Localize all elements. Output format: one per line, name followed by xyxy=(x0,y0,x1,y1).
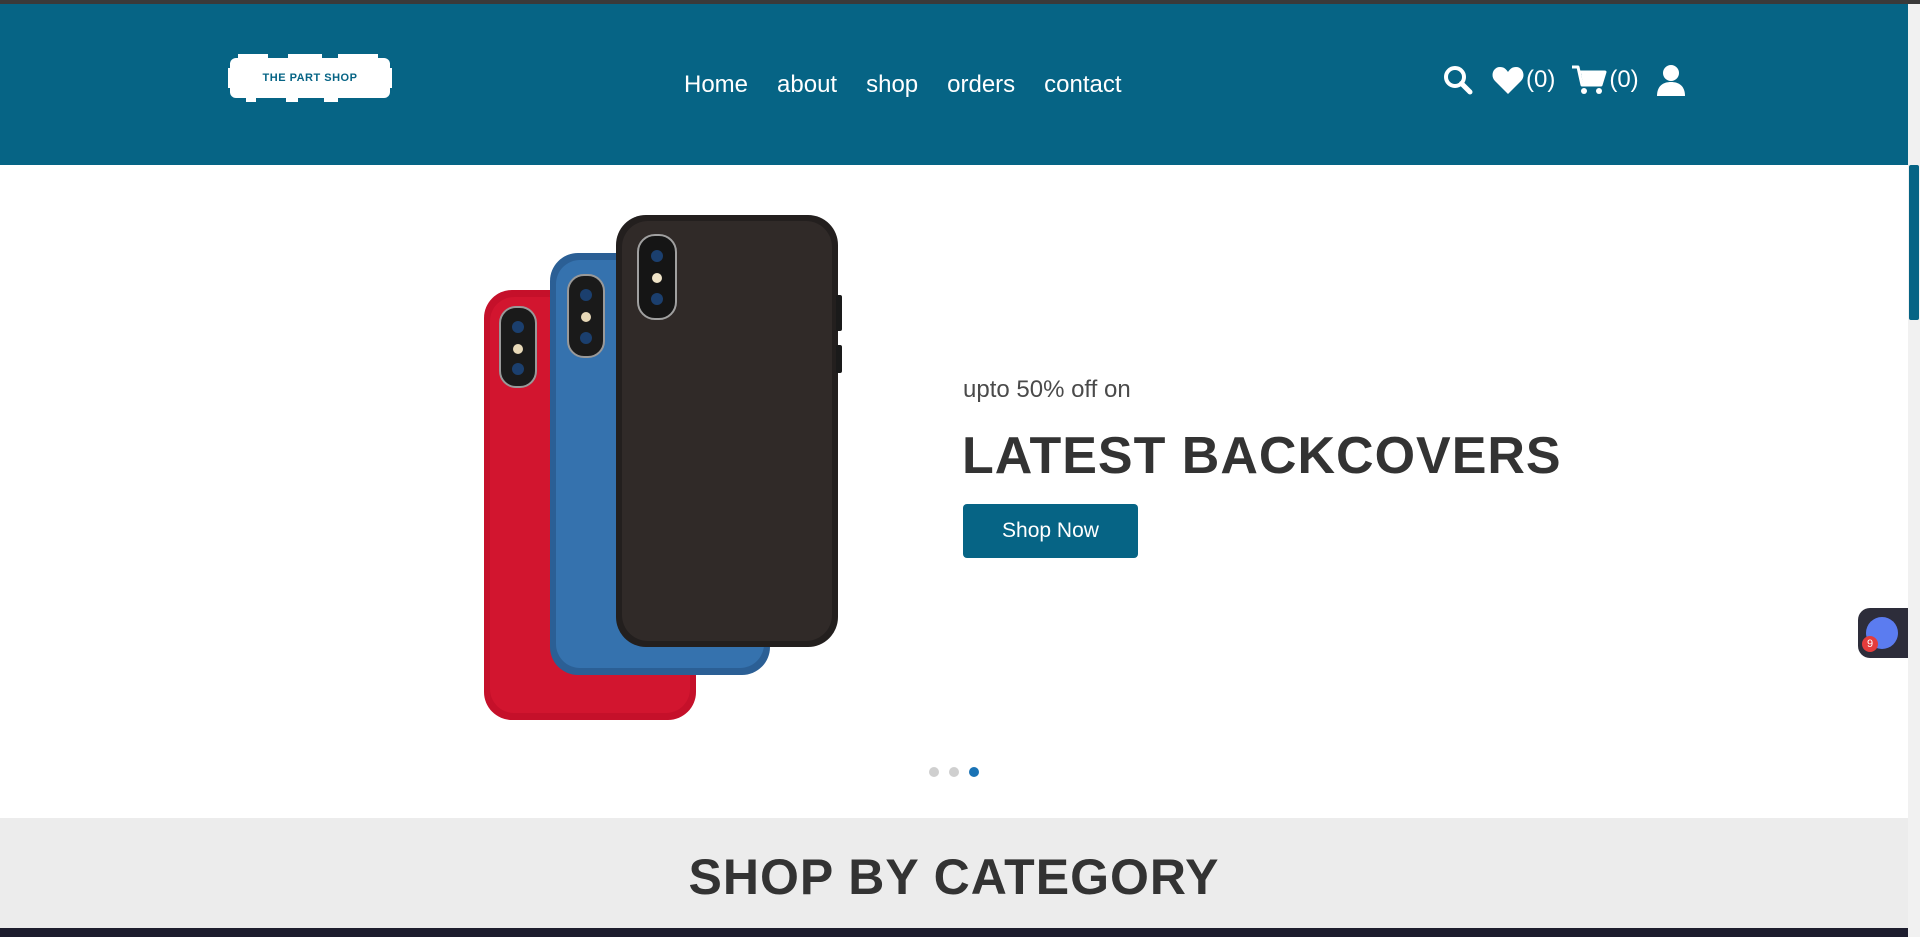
heart-icon xyxy=(1492,67,1524,94)
hero-slider xyxy=(0,165,1908,817)
search-button[interactable] xyxy=(1442,64,1474,96)
user-icon xyxy=(1656,65,1685,96)
logo-text: THE PART SHOP xyxy=(262,72,358,84)
slider-dot-3[interactable] xyxy=(969,767,979,777)
cart-count: (0) xyxy=(1609,66,1639,93)
shop-now-button[interactable]: Shop Now xyxy=(963,504,1138,558)
cart-icon xyxy=(1572,65,1607,94)
slider-dot-1[interactable] xyxy=(929,767,939,777)
nav-shop[interactable]: shop xyxy=(866,68,918,102)
header-icons: (0) (0) xyxy=(1442,64,1685,96)
hero-headline: LATEST BACKCOVERS xyxy=(962,427,1562,485)
search-icon xyxy=(1444,66,1473,95)
hero-subtext: upto 50% off on xyxy=(963,376,1131,403)
cart-button[interactable]: (0) xyxy=(1571,64,1639,96)
wishlist-count: (0) xyxy=(1526,66,1556,93)
nav-orders[interactable]: orders xyxy=(947,68,1015,102)
bottom-strip xyxy=(0,928,1920,937)
phone-backcovers-image xyxy=(484,215,842,720)
category-title: SHOP BY CATEGORY xyxy=(688,849,1220,905)
nav-home[interactable]: Home xyxy=(684,68,748,102)
nav-contact[interactable]: contact xyxy=(1044,68,1121,102)
scrollbar-track[interactable] xyxy=(1908,4,1920,937)
account-button[interactable] xyxy=(1656,64,1685,96)
scrollbar-thumb[interactable] xyxy=(1909,165,1919,320)
chat-badge: 9 xyxy=(1862,636,1878,652)
slider-dots xyxy=(929,767,979,777)
slider-dot-2[interactable] xyxy=(949,767,959,777)
nav-about[interactable]: about xyxy=(777,68,837,102)
main-nav: Home about shop orders contact xyxy=(684,68,1122,102)
wishlist-button[interactable]: (0) xyxy=(1492,65,1555,95)
